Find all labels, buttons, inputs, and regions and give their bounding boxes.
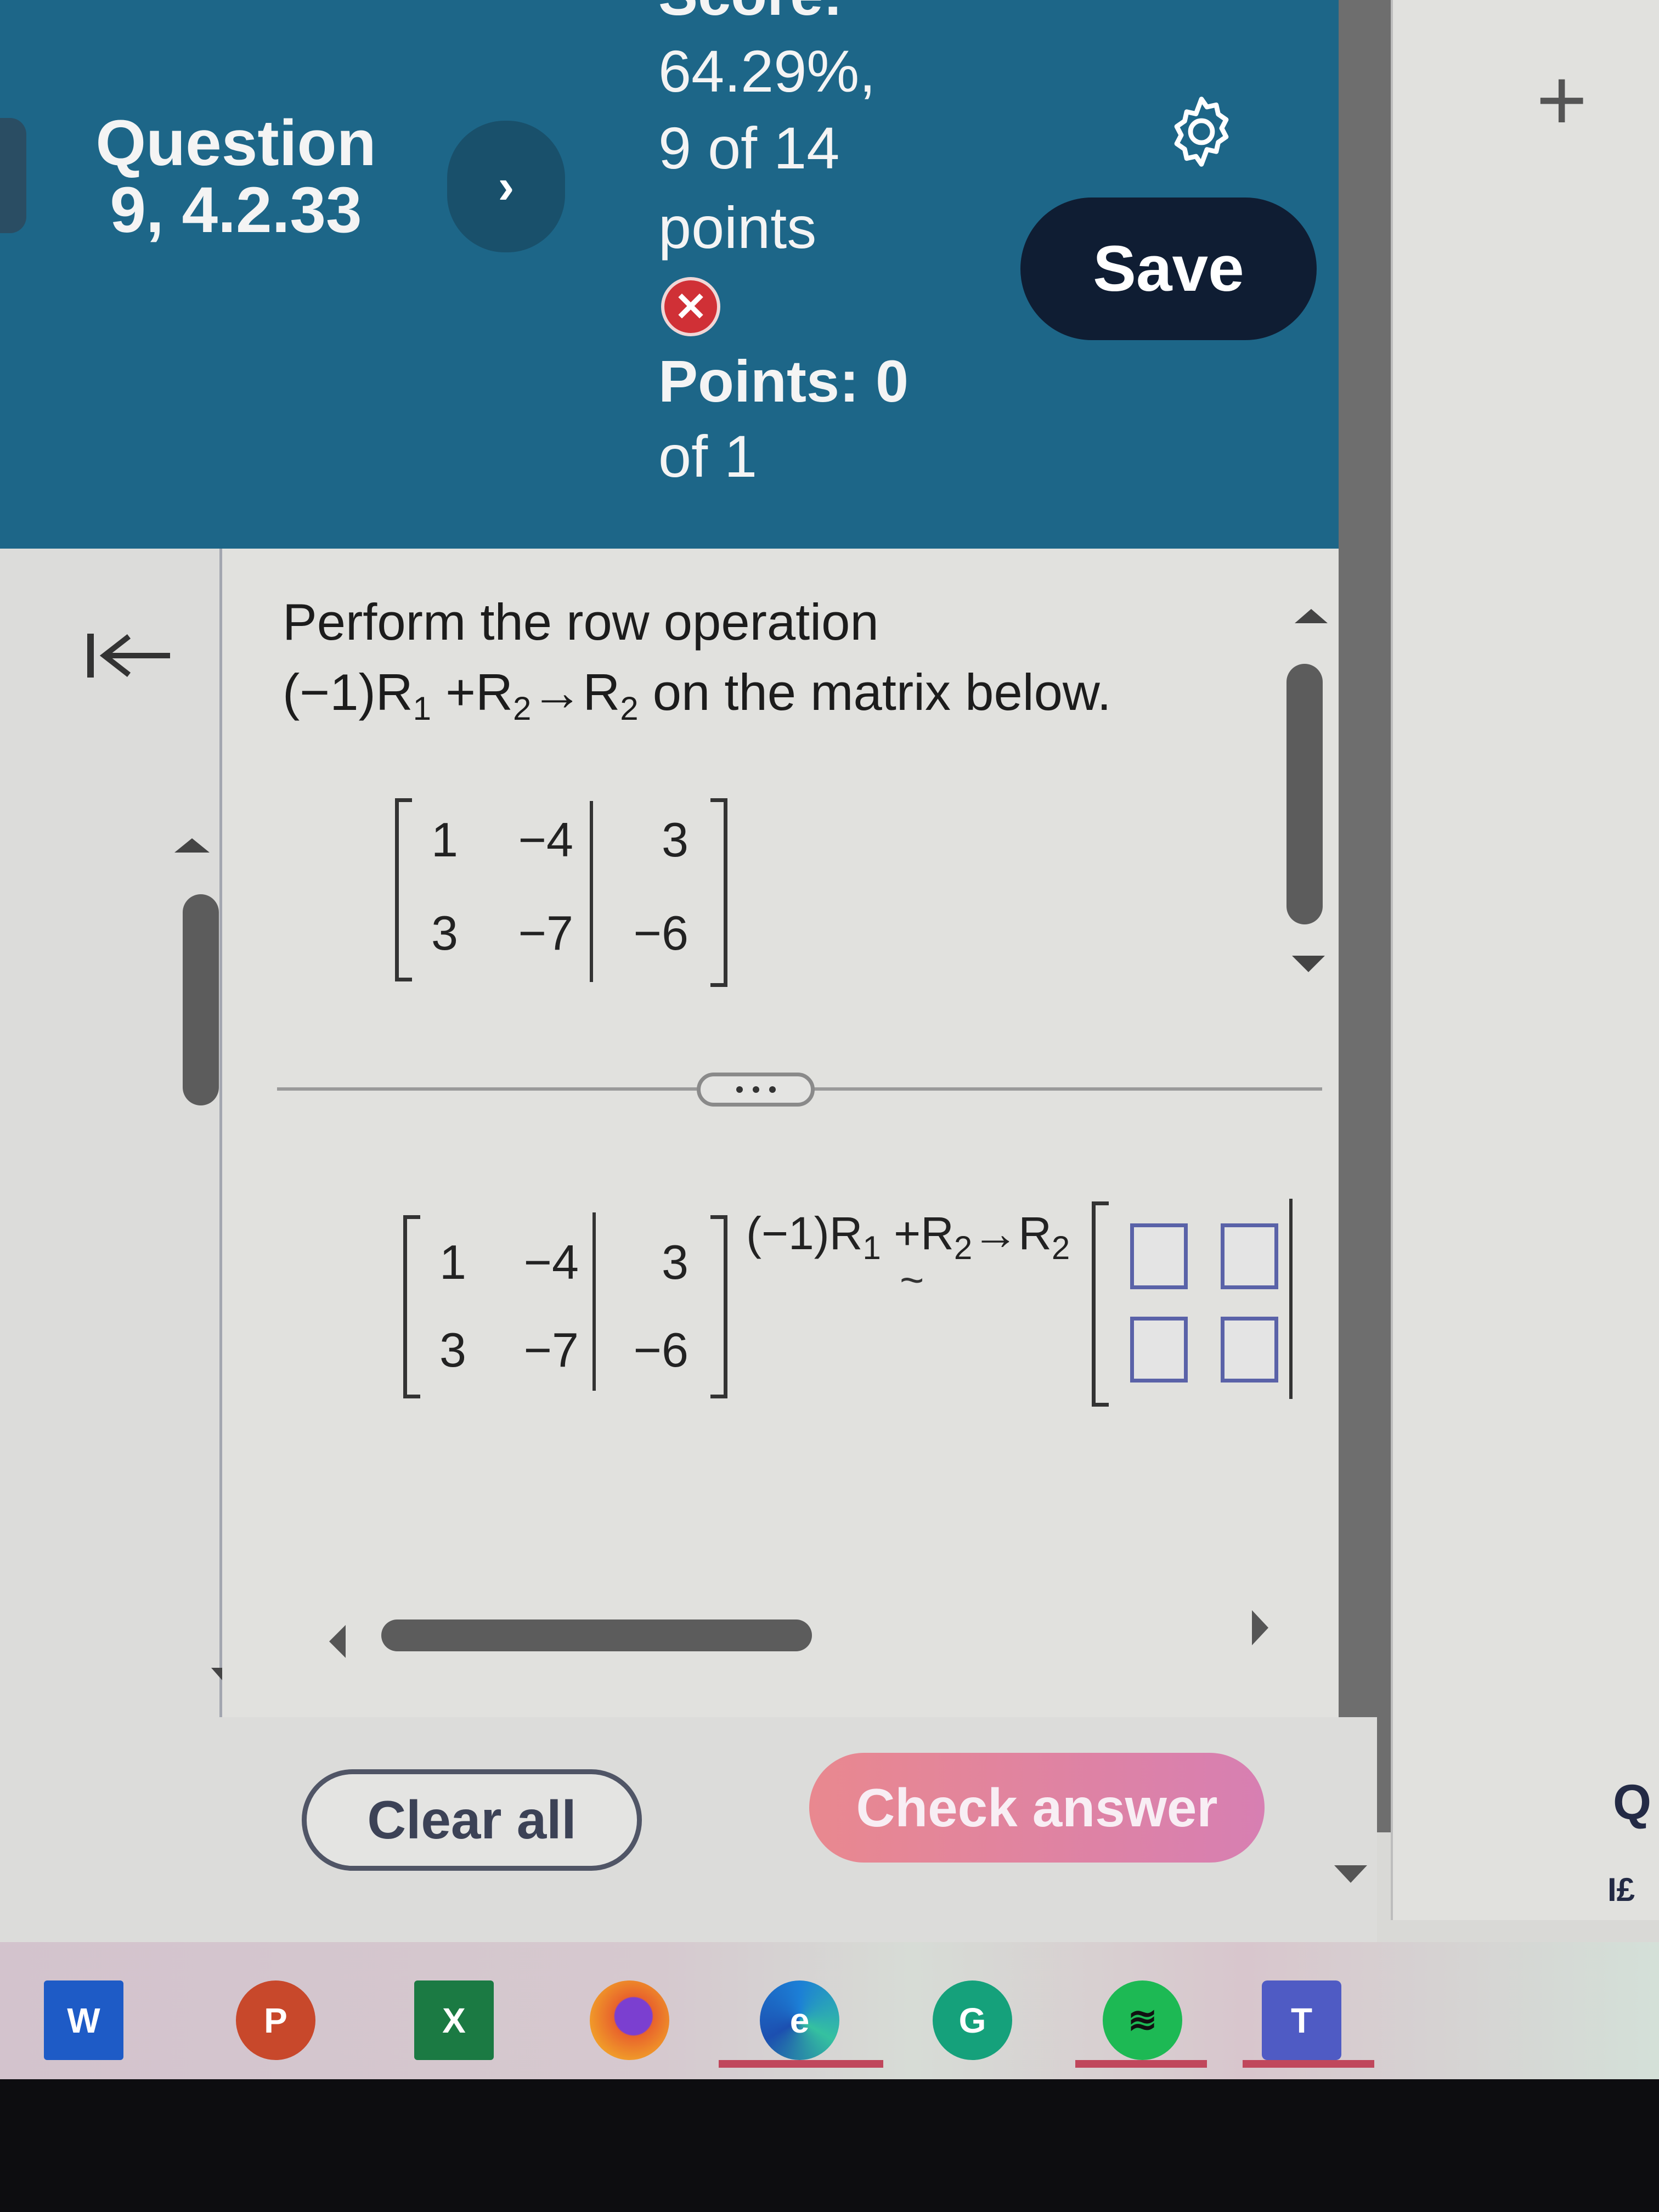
side-panel-partial-text: Q bbox=[1613, 1775, 1652, 1830]
matrix-cell: 3 bbox=[662, 812, 689, 867]
panel-separator bbox=[1339, 0, 1391, 1832]
horizontal-scrollbar-thumb[interactable] bbox=[381, 1620, 812, 1651]
op-sub: 2 bbox=[512, 690, 532, 727]
answer-input-r1c1[interactable] bbox=[1130, 1223, 1188, 1289]
matrix-cell: −4 bbox=[518, 812, 573, 867]
pane-scroll-down-arrow[interactable] bbox=[1292, 956, 1325, 972]
matrix-cell: 1 bbox=[439, 1235, 466, 1289]
matrix-cell: 1 bbox=[431, 812, 458, 867]
matrix-cell: 3 bbox=[439, 1323, 466, 1377]
question-title: Question 9, 4.2.33 bbox=[95, 107, 376, 246]
pane-scroll-up-arrow[interactable] bbox=[1295, 609, 1328, 623]
left-scroll-up-arrow[interactable] bbox=[174, 838, 210, 853]
matrix-cell: −4 bbox=[523, 1235, 579, 1289]
left-scrollbar-thumb[interactable] bbox=[183, 894, 219, 1105]
word-icon[interactable]: W bbox=[44, 1980, 123, 2060]
next-question-button[interactable]: › bbox=[447, 121, 565, 252]
edge-active-indicator bbox=[719, 2060, 883, 2068]
matrix-cell: −7 bbox=[518, 906, 573, 960]
matrix-right-bracket bbox=[710, 1215, 727, 1398]
op-text: +R bbox=[431, 663, 513, 721]
op-sub: 2 bbox=[620, 690, 639, 727]
dot bbox=[769, 1086, 776, 1093]
horizontal-scroll-right-arrow[interactable] bbox=[1252, 1610, 1268, 1645]
incorrect-x-circle-icon: ✕ bbox=[661, 277, 720, 336]
spotify-active-indicator bbox=[1075, 2060, 1207, 2068]
op-text: →R bbox=[972, 1207, 1052, 1259]
teams-active-indicator bbox=[1243, 2060, 1374, 2068]
score-points: 9 of 14 bbox=[658, 115, 840, 181]
collapse-sidebar-icon[interactable] bbox=[82, 631, 176, 680]
question-prompt: Perform the row operation (−1)R1 +R2→R2 … bbox=[283, 587, 1111, 727]
prompt-line-2: (−1)R1 +R2→R2 on the matrix below. bbox=[283, 657, 1111, 727]
save-button[interactable]: Save bbox=[1020, 198, 1317, 340]
dot bbox=[736, 1086, 743, 1093]
check-answer-button[interactable]: Check answer bbox=[809, 1753, 1265, 1863]
question-points: Points: 0 bbox=[658, 348, 909, 414]
augment-bar bbox=[592, 1212, 596, 1391]
plus-icon[interactable]: + bbox=[1536, 49, 1587, 150]
augment-bar bbox=[590, 801, 593, 982]
row-equivalent-tilde: ~ bbox=[900, 1257, 924, 1304]
answer-input-r2c2[interactable] bbox=[1221, 1317, 1278, 1383]
expand-divider-button[interactable] bbox=[697, 1073, 815, 1107]
op-text: +R bbox=[881, 1207, 954, 1259]
side-panel bbox=[1391, 0, 1659, 1920]
clear-all-button[interactable]: Clear all bbox=[302, 1769, 642, 1871]
edge-icon[interactable]: e bbox=[760, 1980, 839, 2060]
op-text: (−1)R bbox=[746, 1207, 863, 1259]
prompt-line-1: Perform the row operation bbox=[283, 593, 879, 651]
op-sub: 1 bbox=[413, 690, 432, 727]
matrix-cell: −6 bbox=[633, 906, 689, 960]
matrix-cell: 3 bbox=[431, 906, 458, 960]
grammarly-icon[interactable]: G bbox=[933, 1980, 1012, 2060]
matrix-cell: −6 bbox=[633, 1323, 689, 1377]
score-percent: 64.29%, bbox=[658, 38, 876, 104]
dot bbox=[752, 1086, 759, 1093]
operation-label: (−1)R1 +R2→R2 bbox=[746, 1207, 1070, 1265]
firefox-icon[interactable] bbox=[590, 1980, 669, 2060]
matrix-cell: −7 bbox=[523, 1323, 579, 1377]
matrix-right-bracket bbox=[710, 798, 727, 987]
op-sub: 1 bbox=[862, 1229, 881, 1266]
answer-input-r1c2[interactable] bbox=[1221, 1223, 1278, 1289]
matrix-cell: 3 bbox=[662, 1235, 689, 1289]
op-text: (−1)R bbox=[283, 663, 413, 721]
previous-question-tab[interactable] bbox=[0, 118, 26, 233]
answer-left-bracket bbox=[1092, 1201, 1109, 1407]
teams-icon[interactable]: T bbox=[1262, 1980, 1341, 2060]
op-text: →R bbox=[531, 663, 620, 721]
op-sub: 2 bbox=[953, 1229, 973, 1266]
main-scroll-down-arrow[interactable] bbox=[1334, 1865, 1367, 1883]
prompt-suffix: on the matrix below. bbox=[638, 663, 1111, 721]
horizontal-scroll-left-arrow[interactable] bbox=[329, 1625, 346, 1658]
op-sub: 2 bbox=[1051, 1229, 1070, 1266]
score-label: Score: bbox=[658, 0, 843, 33]
question-points-total: of 1 bbox=[658, 423, 758, 489]
side-panel-partial-text-2: I£ bbox=[1607, 1871, 1635, 1908]
monitor-bezel bbox=[0, 2079, 1659, 2212]
powerpoint-icon[interactable]: P bbox=[236, 1980, 315, 2060]
gear-icon[interactable] bbox=[1160, 91, 1243, 173]
score-points-word: points bbox=[658, 194, 817, 261]
pane-scrollbar-thumb[interactable] bbox=[1286, 664, 1323, 924]
excel-icon[interactable]: X bbox=[414, 1980, 494, 2060]
answer-input-r2c1[interactable] bbox=[1130, 1317, 1188, 1383]
spotify-icon[interactable]: ≋ bbox=[1103, 1980, 1182, 2060]
answer-augment-bar bbox=[1289, 1199, 1293, 1399]
